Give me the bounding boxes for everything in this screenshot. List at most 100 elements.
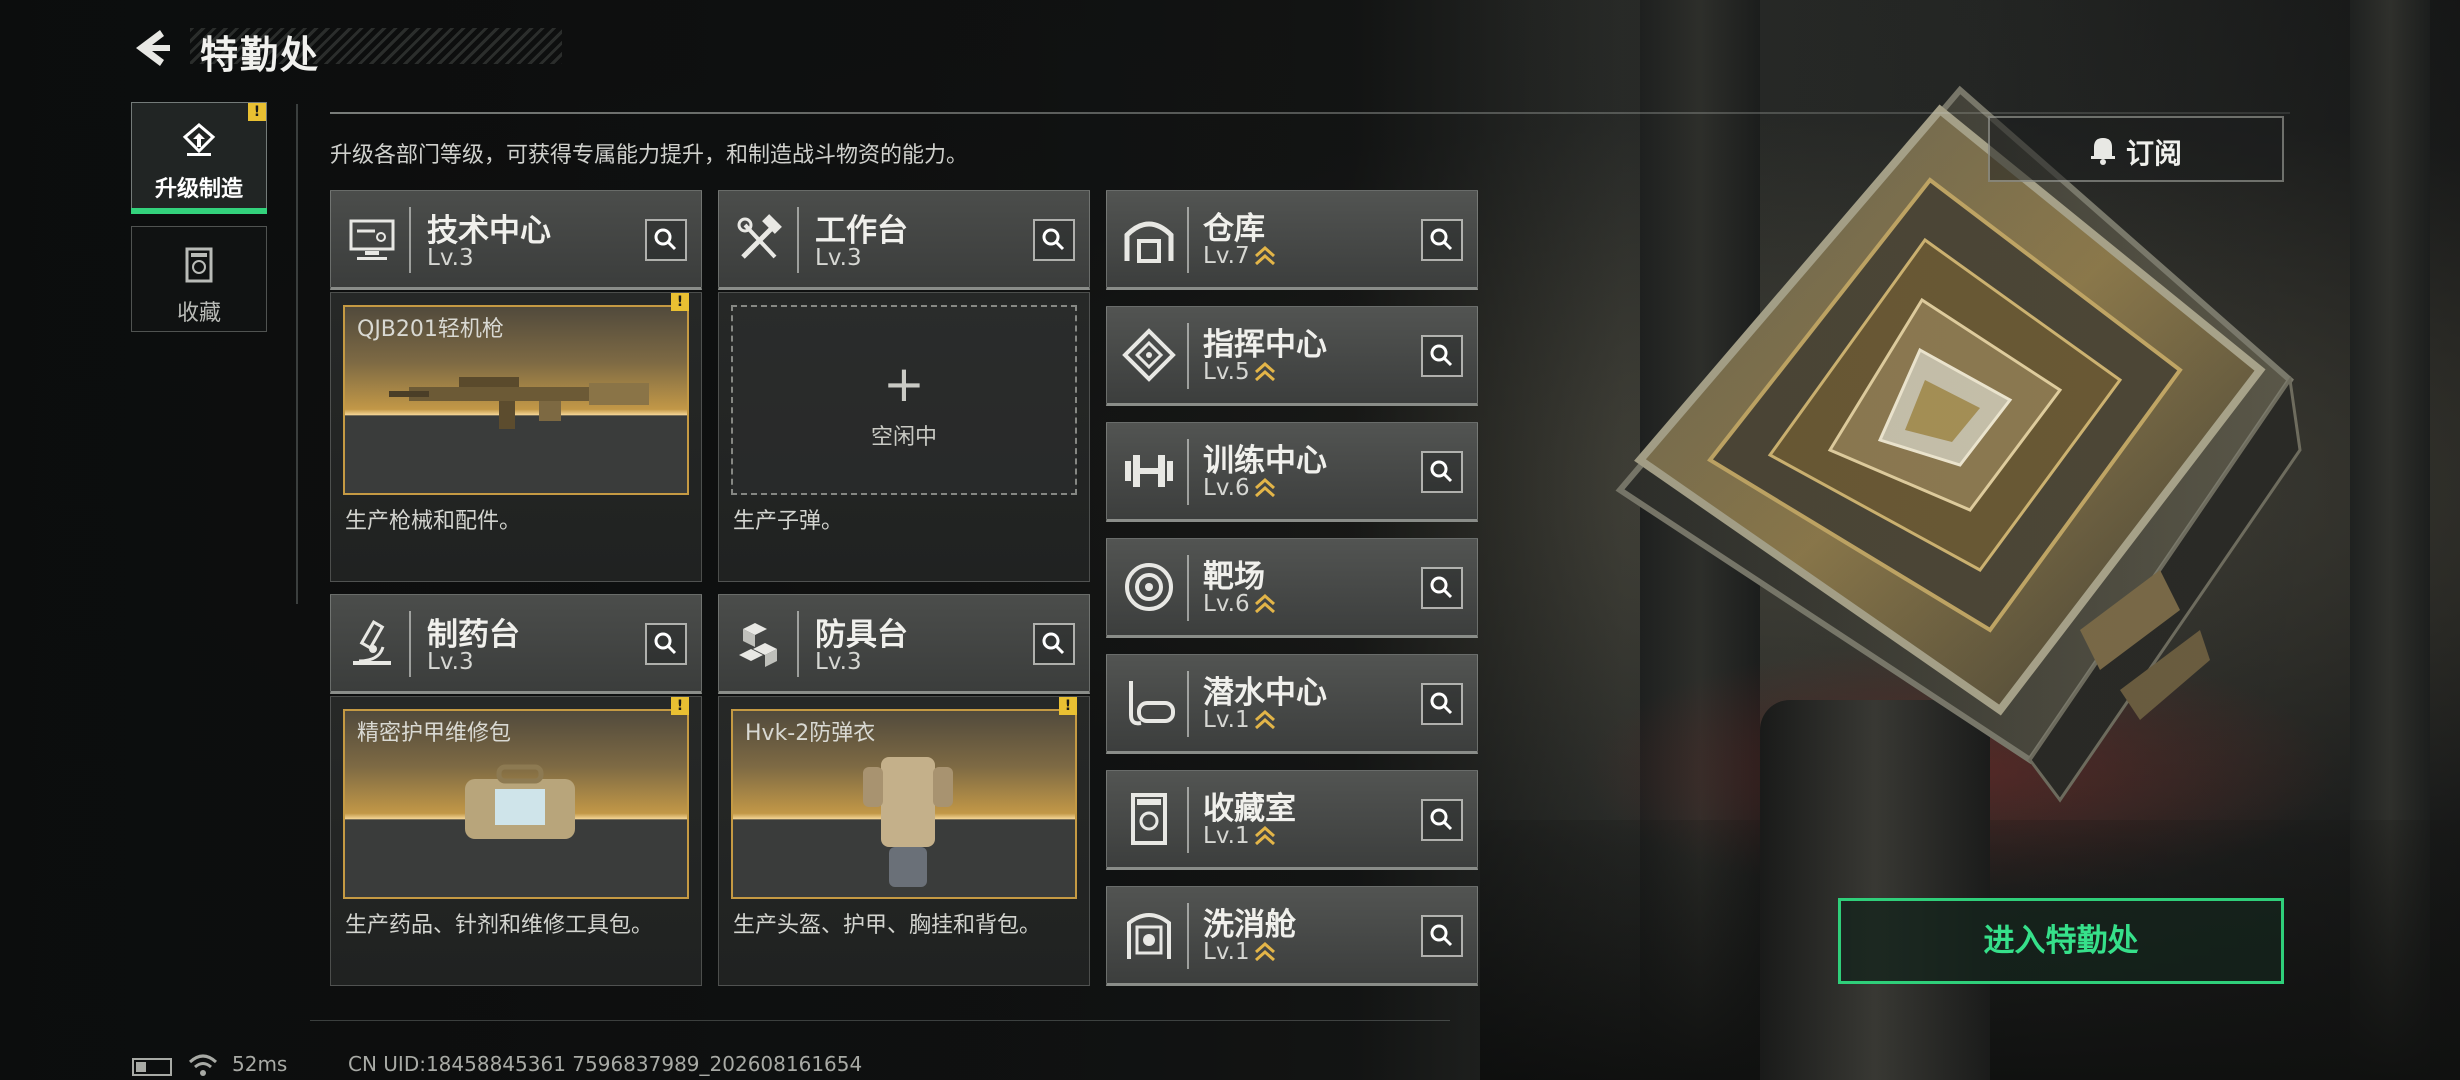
search-icon — [1430, 924, 1453, 947]
search-button[interactable] — [1421, 683, 1463, 725]
workshop-description: 生产药品、针剂和维修工具包。 — [345, 913, 654, 938]
subscribe-button[interactable]: 订阅 — [1988, 116, 2284, 182]
workshop-workbench[interactable]: 工作台 Lv.3 — [718, 190, 1090, 290]
tab-label: 升级制造 — [154, 177, 243, 202]
department-level: Lv.6 — [1203, 591, 1276, 618]
department-level: Lv.1 — [1203, 939, 1276, 966]
command-center-icon — [1122, 328, 1176, 382]
warehouse-icon — [1124, 221, 1174, 263]
battery-icon — [132, 1058, 172, 1076]
search-button[interactable] — [645, 219, 687, 261]
rank-chevrons-icon — [1254, 941, 1275, 961]
tab-label: 收藏 — [176, 301, 221, 326]
department-name: 训练中心 — [1203, 443, 1327, 479]
department-name: 仓库 — [1203, 211, 1265, 247]
rank-chevrons-icon — [1254, 593, 1275, 613]
department-level: Lv.1 — [1203, 823, 1276, 850]
workshop-description: 生产枪械和配件。 — [345, 509, 522, 534]
separator — [1187, 555, 1189, 621]
search-icon — [1430, 692, 1453, 715]
search-button[interactable] — [1421, 799, 1463, 841]
workshop-level: Lv.3 — [427, 245, 474, 271]
separator — [1187, 671, 1189, 737]
search-icon — [1430, 228, 1453, 251]
header-divider — [330, 112, 2290, 114]
alert-badge: ! — [671, 293, 689, 311]
page-title: 特勤处 — [200, 33, 321, 77]
search-button[interactable] — [1421, 567, 1463, 609]
workshop-level: Lv.3 — [815, 245, 862, 271]
search-icon — [1042, 632, 1065, 655]
page-subtitle: 升级各部门等级，可获得专属能力提升，和制造战斗物资的能力。 — [330, 143, 969, 168]
level-text: Lv.1 — [1203, 939, 1250, 965]
workshop-description: 生产子弹。 — [733, 509, 844, 534]
search-icon — [1430, 460, 1453, 483]
department-command-center[interactable]: 指挥中心 Lv.5 — [1106, 306, 1478, 406]
workshop-tech-center[interactable]: 技术中心 Lv.3 — [330, 190, 702, 290]
level-text: Lv.6 — [1203, 591, 1250, 617]
collection-room-icon — [1131, 793, 1167, 845]
rank-chevrons-icon — [1254, 361, 1275, 381]
item-name: QJB201轻机枪 — [357, 317, 504, 342]
frame-line — [296, 104, 298, 604]
separator — [1187, 439, 1189, 505]
workshop-level: Lv.3 — [427, 649, 474, 675]
department-collection-room[interactable]: 收藏室 Lv.1 — [1106, 770, 1478, 870]
ping-readout: 52ms — [232, 1052, 288, 1076]
user-uid: CN UID:18458845361 7596837989_2026081616… — [348, 1052, 863, 1076]
separator — [797, 611, 799, 677]
alert-badge: ! — [1059, 697, 1077, 715]
search-icon — [654, 632, 677, 655]
wifi-icon — [188, 1054, 218, 1076]
search-icon — [1042, 228, 1065, 251]
workshop-armor-bench[interactable]: 防具台 Lv.3 — [718, 594, 1090, 694]
department-name: 靶场 — [1203, 559, 1265, 595]
department-shooting-range[interactable]: 靶场 Lv.6 — [1106, 538, 1478, 638]
separator — [1187, 323, 1189, 389]
body-armor-image — [863, 757, 953, 887]
department-decontamination-chamber[interactable]: 洗消舱 Lv.1 — [1106, 886, 1478, 986]
search-button[interactable] — [1421, 451, 1463, 493]
alert-badge: ! — [671, 697, 689, 715]
target-icon — [1125, 563, 1173, 611]
rank-chevrons-icon — [1254, 245, 1275, 265]
enter-special-ops-button[interactable]: 进入特勤处 — [1838, 898, 2284, 984]
item-name: 精密护甲维修包 — [357, 721, 512, 746]
production-slot[interactable]: 精密护甲维修包 — [343, 709, 689, 899]
production-slot[interactable]: Hvk-2防弹衣 — [731, 709, 1077, 899]
department-diving-center[interactable]: 潜水中心 Lv.1 — [1106, 654, 1478, 754]
workshop-pharmacy[interactable]: 制药台 Lv.3 — [330, 594, 702, 694]
dumbbell-icon — [1125, 455, 1173, 487]
level-text: Lv.1 — [1203, 823, 1250, 849]
tab-collection[interactable]: 收藏 — [131, 226, 267, 332]
search-icon — [654, 228, 677, 251]
rank-chevrons-icon — [1254, 709, 1275, 729]
production-slot[interactable]: QJB201轻机枪 — [343, 305, 689, 495]
separator — [409, 207, 411, 273]
department-level: Lv.7 — [1203, 243, 1276, 270]
bell-icon — [2091, 138, 2115, 165]
search-button[interactable] — [1421, 335, 1463, 377]
back-arrow-icon — [136, 30, 170, 66]
search-button[interactable] — [1421, 219, 1463, 261]
tab-upgrade-craft[interactable]: ! 升级制造 — [131, 102, 267, 214]
search-button[interactable] — [1033, 219, 1075, 261]
item-name: Hvk-2防弹衣 — [745, 721, 876, 746]
department-warehouse[interactable]: 仓库 Lv.7 — [1106, 190, 1478, 290]
rank-chevrons-icon — [1254, 477, 1275, 497]
alert-badge: ! — [248, 103, 266, 121]
back-button[interactable] — [130, 26, 174, 70]
upgrade-craft-icon — [182, 123, 216, 156]
search-button[interactable] — [1033, 623, 1075, 665]
workshop-name: 防具台 — [815, 617, 908, 653]
production-slot-empty[interactable]: + 空闲中 — [731, 305, 1077, 495]
level-text: Lv.1 — [1203, 707, 1250, 733]
search-button[interactable] — [1421, 915, 1463, 957]
microscope-icon — [353, 620, 391, 665]
repair-kit-image — [465, 764, 575, 839]
slot-status: 空闲中 — [870, 425, 937, 450]
search-button[interactable] — [645, 623, 687, 665]
workshop-tech-center-body: QJB201轻机枪 ! 生产枪械和配件。 — [330, 292, 702, 582]
tech-center-icon — [349, 219, 395, 260]
department-training-center[interactable]: 训练中心 Lv.6 — [1106, 422, 1478, 522]
